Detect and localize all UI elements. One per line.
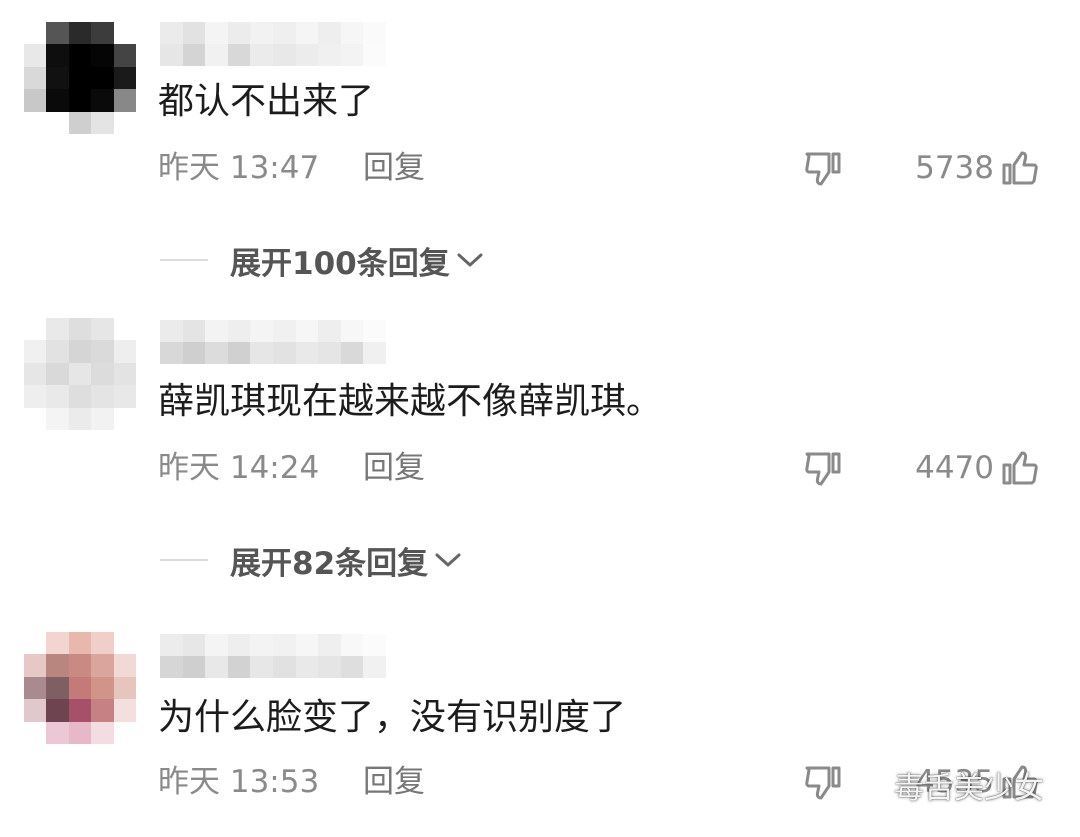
avatar[interactable] xyxy=(24,632,136,744)
comment-meta: 昨天 14:24 回复 4470 xyxy=(158,446,1040,490)
expand-replies-button[interactable]: 展开82条回复 xyxy=(160,538,462,582)
comment-meta: 昨天 13:47 回复 5738 xyxy=(158,146,1040,190)
thumbs-up-icon[interactable] xyxy=(1000,149,1040,187)
username-blurred[interactable] xyxy=(160,320,386,364)
username-blurred[interactable] xyxy=(160,22,386,66)
thumbs-up-icon[interactable] xyxy=(1000,449,1040,487)
comment-time: 昨天 14:24 xyxy=(158,450,320,486)
like-count: 5738 xyxy=(915,150,994,186)
expand-replies-button[interactable]: 展开100条回复 xyxy=(160,238,484,282)
comment-time: 昨天 13:47 xyxy=(158,150,320,186)
like-button[interactable]: 5738 xyxy=(915,146,1040,190)
watermark-text: 毒舌美少女 xyxy=(894,771,1044,806)
expand-replies-label: 展开100条回复 xyxy=(230,245,450,282)
wechat-icon xyxy=(852,771,885,797)
comment-text: 为什么脸变了，没有识别度了 xyxy=(158,697,627,738)
like-count: 4470 xyxy=(915,450,994,486)
avatar[interactable] xyxy=(24,22,136,134)
divider-line xyxy=(160,559,208,561)
reply-button[interactable]: 回复 xyxy=(363,760,425,804)
thumbs-down-icon[interactable] xyxy=(803,764,843,802)
expand-replies-label: 展开82条回复 xyxy=(230,545,429,582)
comment-text: 都认不出来了 xyxy=(158,81,375,122)
chevron-down-icon xyxy=(457,253,483,267)
comment-time: 昨天 13:53 xyxy=(158,764,320,800)
comment-text: 薛凯琪现在越来越不像薛凯琪。 xyxy=(158,381,663,422)
thumbs-down-icon[interactable] xyxy=(803,450,843,488)
thumbs-down-icon[interactable] xyxy=(803,150,843,188)
username-blurred[interactable] xyxy=(160,634,386,678)
reply-button[interactable]: 回复 xyxy=(363,446,425,490)
divider-line xyxy=(160,259,208,261)
reply-button[interactable]: 回复 xyxy=(363,146,425,190)
avatar[interactable] xyxy=(24,318,136,430)
watermark: 毒舌美少女 xyxy=(852,763,1044,807)
chevron-down-icon xyxy=(435,553,461,567)
like-button[interactable]: 4470 xyxy=(915,446,1040,490)
